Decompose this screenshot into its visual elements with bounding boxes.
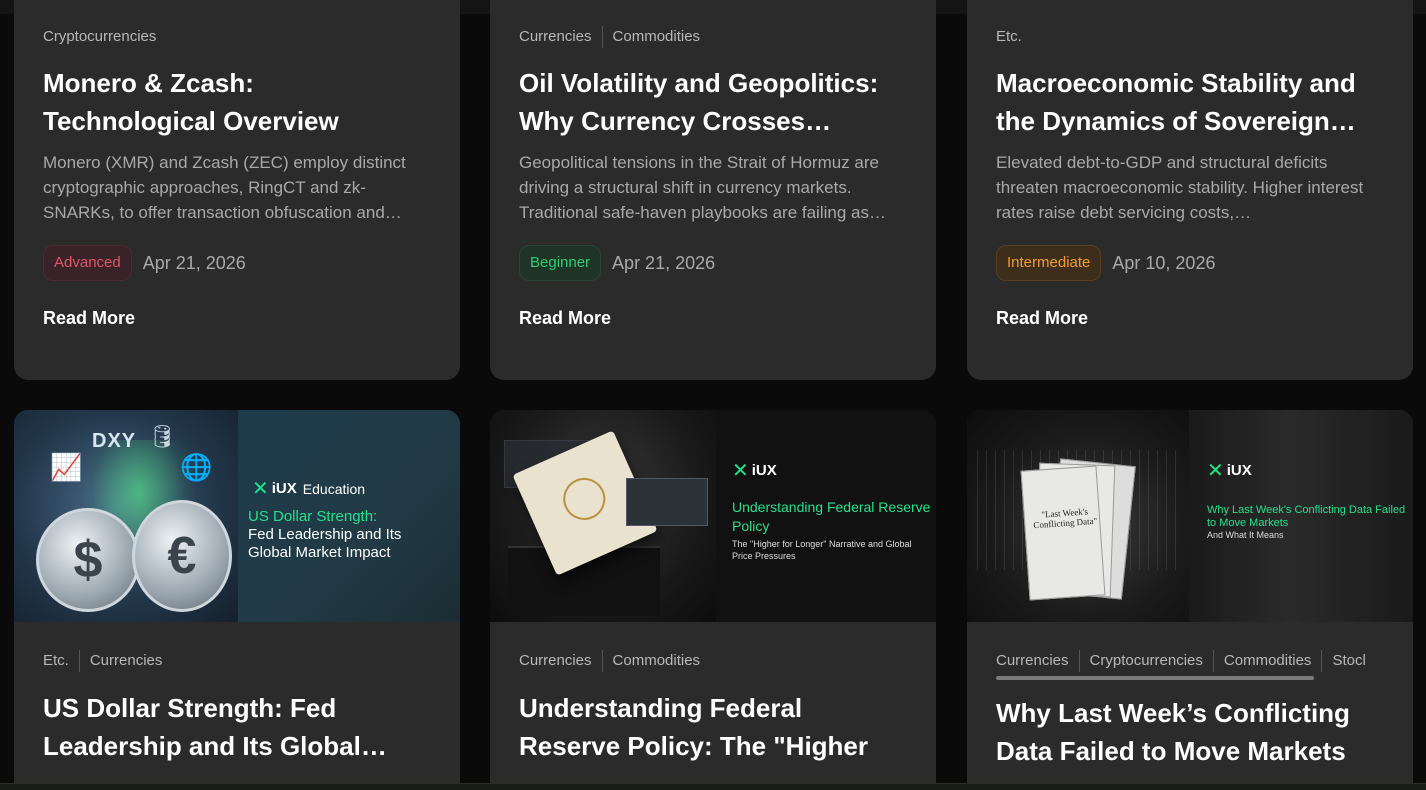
category-tag[interactable]: Currencies xyxy=(78,650,173,672)
category-tag[interactable]: Commodities xyxy=(601,26,711,48)
category-list: Etc. Currencies xyxy=(43,650,431,672)
article-thumbnail[interactable]: ✕ iUX Understanding Federal Reserve Poli… xyxy=(490,410,936,622)
article-card-monero-zcash[interactable]: Cryptocurrencies Monero & Zcash: Technol… xyxy=(14,0,460,380)
article-description: Monero (XMR) and Zcash (ZEC) employ dist… xyxy=(43,153,406,222)
category-tag[interactable]: Commodities xyxy=(601,650,711,672)
category-tag[interactable]: Currencies xyxy=(519,650,602,672)
bar-chart-screen xyxy=(626,478,708,526)
thumbnail-art: DXY 📈 🛢 🌐 $ € xyxy=(14,410,238,622)
category-tag[interactable]: Commodities xyxy=(1212,650,1322,672)
category-tag[interactable]: Currencies xyxy=(996,650,1079,672)
publish-date: Apr 21, 2026 xyxy=(142,252,246,273)
thumbnail-text-panel: ✕ iUX Understanding Federal Reserve Poli… xyxy=(716,410,936,622)
thumbnail-subheadline: And What It Means xyxy=(1207,530,1284,540)
x-logo-icon: ✕ xyxy=(252,478,269,500)
bottom-edge xyxy=(0,783,1426,790)
oil-barrel-icon: 🛢 xyxy=(148,424,176,449)
article-title[interactable]: US Dollar Strength: Fed Leadership and I… xyxy=(43,689,431,765)
euro-coin-icon: € xyxy=(132,500,232,612)
article-card-conflicting-data[interactable]: "Last Week's Conflicting Data" ✕ iUX Why… xyxy=(967,410,1413,790)
category-list: Etc. xyxy=(996,26,1384,48)
category-list: Cryptocurrencies xyxy=(43,26,431,48)
blog-grid-page: Cryptocurrencies Monero & Zcash: Technol… xyxy=(0,0,1426,790)
iux-logo: ✕ iUX Education xyxy=(252,476,365,501)
category-tag[interactable]: Currencies xyxy=(519,26,602,48)
iux-logo: ✕ iUX xyxy=(732,458,777,483)
article-title[interactable]: Oil Volatility and Geopolitics: Why Curr… xyxy=(519,64,907,140)
read-more-link[interactable]: Read More xyxy=(996,308,1088,329)
category-tag[interactable]: Cryptocurrencies xyxy=(1078,650,1213,672)
category-list[interactable]: Currencies Cryptocurrencies Commodities … xyxy=(996,650,1384,672)
thumbnail-art xyxy=(490,410,716,622)
category-tag[interactable]: Etc. xyxy=(43,650,79,672)
thumbnail-headline: Why Last Week's Conflicting Data Failed … xyxy=(1207,504,1406,529)
iux-logo: ✕ iUX xyxy=(1207,458,1252,483)
read-more-link[interactable]: Read More xyxy=(43,308,135,329)
x-logo-icon: ✕ xyxy=(732,460,749,482)
article-description: Elevated debt-to-GDP and structural defi… xyxy=(996,153,1364,222)
thumbnail-art: "Last Week's Conflicting Data" xyxy=(967,410,1189,622)
thumbnail-text-panel: ✕ iUX Why Last Week's Conflicting Data F… xyxy=(1189,410,1413,622)
level-badge: Intermediate xyxy=(996,245,1102,281)
category-list: Currencies Commodities xyxy=(519,650,907,672)
article-thumbnail[interactable]: DXY 📈 🛢 🌐 $ € ✕ iUX Education US Dollar … xyxy=(14,410,460,622)
article-title[interactable]: Monero & Zcash: Technological Overview xyxy=(43,64,431,140)
level-badge: Beginner xyxy=(519,245,602,281)
brand-name: iUX xyxy=(751,462,777,479)
article-card-federal-reserve-policy[interactable]: ✕ iUX Understanding Federal Reserve Poli… xyxy=(490,410,936,790)
x-logo-icon: ✕ xyxy=(1207,460,1224,482)
brand-sub: Education xyxy=(302,480,366,497)
article-title[interactable]: Macroeconomic Stability and the Dynamics… xyxy=(996,64,1384,140)
category-tag[interactable]: Stocl xyxy=(1321,650,1375,672)
thumbnail-headline: US Dollar Strength: xyxy=(248,508,378,525)
article-card-macroeconomic-stability[interactable]: Etc. Macroeconomic Stability and the Dyn… xyxy=(967,0,1413,380)
publish-date: Apr 21, 2026 xyxy=(612,252,716,273)
article-card-oil-volatility[interactable]: Currencies Commodities Oil Volatility an… xyxy=(490,0,936,380)
article-description: Geopolitical tensions in the Strait of H… xyxy=(519,153,886,222)
fed-seal-icon xyxy=(556,471,613,527)
article-title[interactable]: Why Last Week’s Conflicting Data Failed … xyxy=(996,694,1384,770)
thumbnail-subheadline: Fed Leadership and Its Global Market Imp… xyxy=(248,526,402,561)
globe-icon: 🌐 xyxy=(180,452,213,482)
level-badge: Advanced xyxy=(43,245,132,281)
newspaper xyxy=(1020,465,1106,601)
publish-date: Apr 10, 2026 xyxy=(1112,252,1216,273)
category-tag[interactable]: Cryptocurrencies xyxy=(43,26,166,48)
chart-icon: 📈 xyxy=(50,452,83,482)
read-more-link[interactable]: Read More xyxy=(519,308,611,329)
brand-name: iUX xyxy=(271,480,297,497)
thumbnail-subheadline: The "Higher for Longer" Narrative and Gl… xyxy=(732,539,912,561)
thumbnail-text-panel: ✕ iUX Education US Dollar Strength: Fed … xyxy=(238,410,460,622)
brand-name: iUX xyxy=(1226,462,1252,479)
thumbnail-headline: Understanding Federal Reserve Policy xyxy=(732,499,931,534)
category-list: Currencies Commodities xyxy=(519,26,907,48)
article-card-us-dollar-strength[interactable]: DXY 📈 🛢 🌐 $ € ✕ iUX Education US Dollar … xyxy=(14,410,460,790)
dxy-label: DXY xyxy=(92,430,137,452)
category-tag[interactable]: Etc. xyxy=(996,26,1032,48)
article-title[interactable]: Understanding Federal Reserve Policy: Th… xyxy=(519,689,907,765)
article-thumbnail[interactable]: "Last Week's Conflicting Data" ✕ iUX Why… xyxy=(967,410,1413,622)
category-scrollbar[interactable] xyxy=(996,676,1314,680)
dollar-coin-icon: $ xyxy=(36,508,140,612)
